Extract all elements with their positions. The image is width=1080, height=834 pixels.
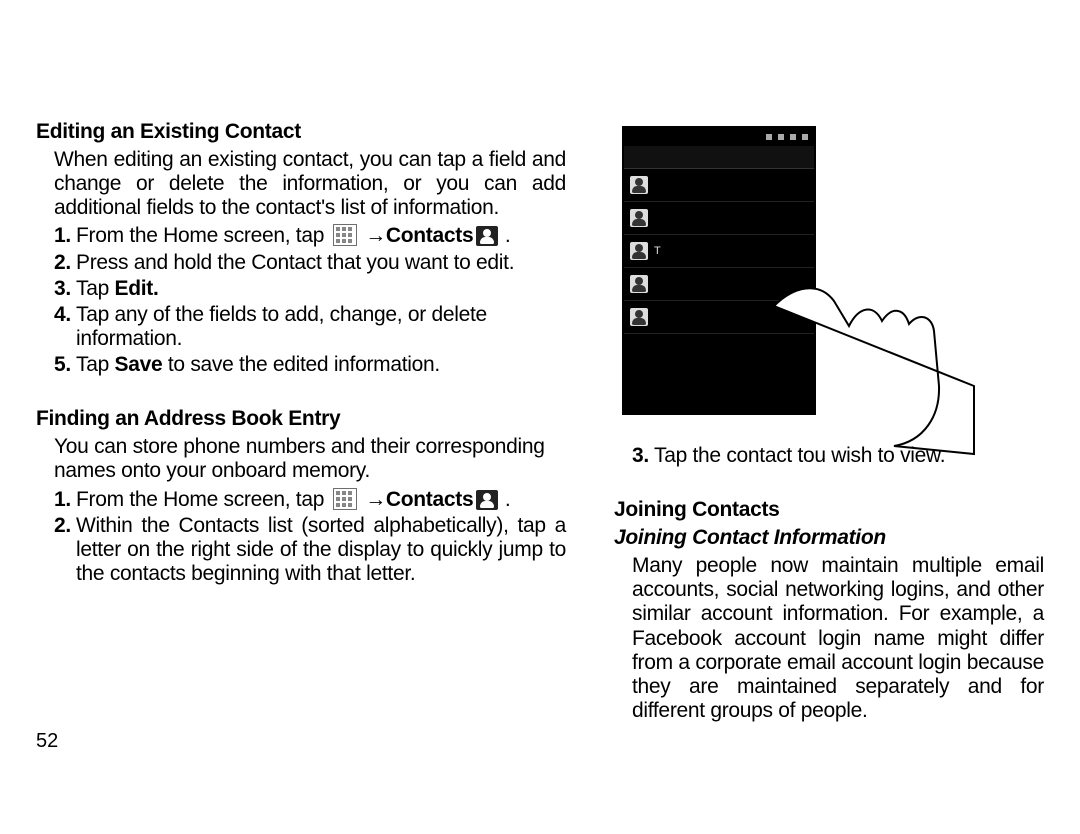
- step-number: 1.: [54, 224, 71, 248]
- step-text: Tap the contact tou wish to view.: [654, 444, 945, 467]
- list-item: [624, 202, 814, 235]
- contacts-icon: [476, 490, 498, 510]
- step-item: 1. From the Home screen, tap →Contacts .: [54, 488, 566, 512]
- hand-pointer-icon: [764, 276, 984, 456]
- step-text: Within the Contacts list (sorted alphabe…: [76, 514, 566, 585]
- step-item: 2. Within the Contacts list (sorted alph…: [54, 514, 566, 586]
- bold-label: Contacts: [386, 488, 473, 511]
- step-item: 5. Tap Save to save the edited informati…: [54, 353, 566, 377]
- right-column: T 3. Tap the contact tou wish to view. J…: [614, 120, 1044, 727]
- step-text: From the Home screen, tap: [76, 224, 330, 247]
- heading-joining-contacts: Joining Contacts: [614, 498, 1044, 522]
- step-item: 3. Tap Edit.: [54, 277, 566, 301]
- step-item: 4. Tap any of the fields to add, change,…: [54, 303, 566, 351]
- subheading-joining-info: Joining Contact Information: [614, 526, 1044, 550]
- step-item: 2. Press and hold the Contact that you w…: [54, 251, 566, 275]
- left-column: Editing an Existing Contact When editing…: [36, 120, 566, 727]
- bold-label: Contacts: [386, 224, 473, 247]
- step-number: 1.: [54, 488, 71, 512]
- step-number: 2.: [54, 251, 71, 275]
- columns: Editing an Existing Contact When editing…: [36, 120, 1080, 727]
- intro-editing-contact: When editing an existing contact, you ca…: [36, 148, 566, 220]
- app-header: [624, 146, 814, 169]
- heading-editing-contact: Editing an Existing Contact: [36, 120, 566, 144]
- avatar-icon: [630, 275, 648, 293]
- list-item: [624, 169, 814, 202]
- para-joining-info: Many people now maintain multiple email …: [614, 554, 1044, 723]
- intro-finding-entry: You can store phone numbers and their co…: [36, 435, 566, 483]
- heading-finding-entry: Finding an Address Book Entry: [36, 407, 566, 431]
- phone-illustration: T: [614, 126, 974, 436]
- step-item: 1. From the Home screen, tap →Contacts .: [54, 224, 566, 248]
- step-text: Tap: [76, 277, 115, 300]
- avatar-icon: [630, 209, 648, 227]
- step-text: Tap: [76, 353, 115, 376]
- avatar-icon: [630, 176, 648, 194]
- step-number: 3.: [54, 277, 71, 301]
- steps-right: 3. Tap the contact tou wish to view.: [614, 444, 1044, 468]
- avatar-icon: [630, 242, 648, 260]
- avatar-icon: [630, 308, 648, 326]
- step-number: 5.: [54, 353, 71, 377]
- step-text: Press and hold the Contact that you want…: [76, 251, 514, 274]
- steps-editing-contact: 1. From the Home screen, tap →Contacts .…: [36, 224, 566, 377]
- step-text: From the Home screen, tap: [76, 488, 330, 511]
- bold-label: Save: [115, 353, 163, 376]
- step-item: 3. Tap the contact tou wish to view.: [632, 444, 1044, 468]
- arrow-icon: →: [365, 224, 386, 247]
- step-text: .: [499, 488, 510, 511]
- steps-finding-entry: 1. From the Home screen, tap →Contacts .…: [36, 488, 566, 587]
- list-item: T: [624, 235, 814, 268]
- step-text: to save the edited information.: [162, 353, 440, 376]
- page-number: 52: [36, 730, 58, 753]
- arrow-icon: →: [365, 488, 386, 511]
- manual-page: Editing an Existing Contact When editing…: [0, 0, 1080, 834]
- step-number: 4.: [54, 303, 71, 327]
- step-number: 3.: [632, 444, 649, 468]
- apps-grid-icon: [333, 224, 357, 246]
- step-text: .: [499, 224, 510, 247]
- contacts-icon: [476, 226, 498, 246]
- bold-label: Edit.: [115, 277, 159, 300]
- apps-grid-icon: [333, 488, 357, 510]
- status-bar: [624, 128, 814, 146]
- step-number: 2.: [54, 514, 71, 538]
- step-text: Tap any of the fields to add, change, or…: [76, 303, 487, 350]
